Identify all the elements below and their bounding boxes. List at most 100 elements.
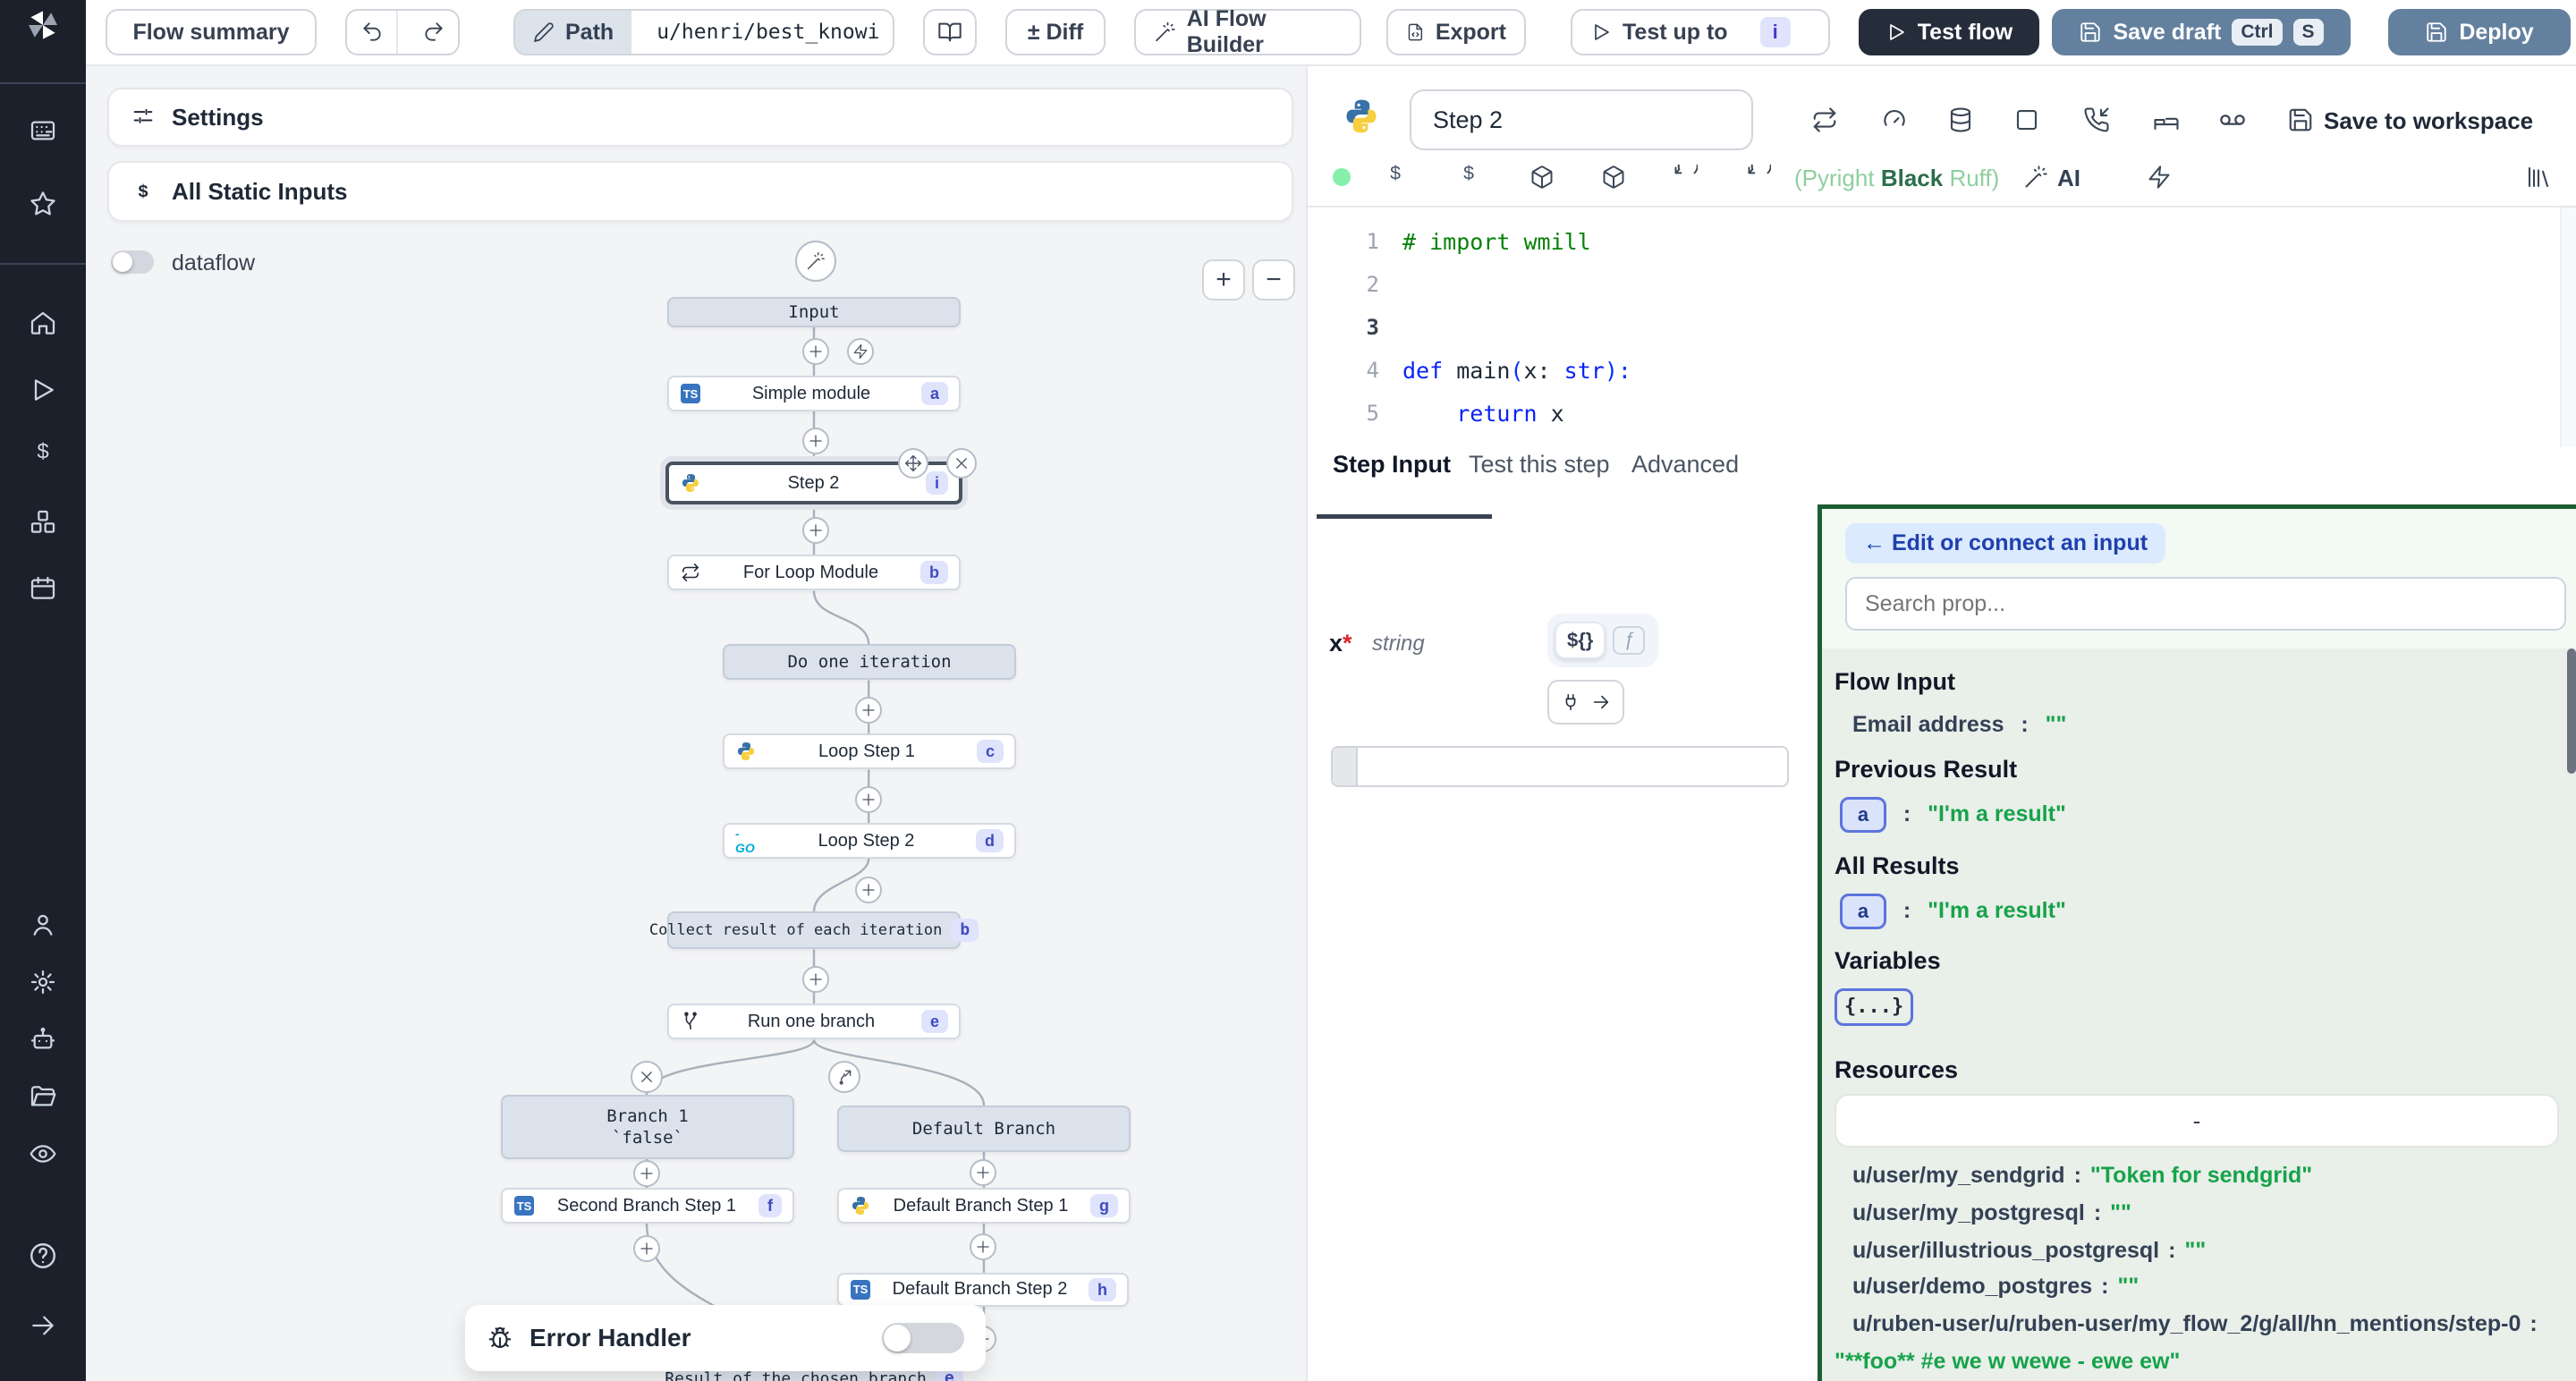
app-switcher-icon[interactable] (29, 116, 57, 145)
diff-button[interactable]: ± Diff (1005, 9, 1106, 55)
windmill-logo-icon[interactable] (25, 7, 61, 50)
package-icon[interactable] (1601, 165, 1626, 190)
resource-row[interactable]: u/user/my_sendgrid:"Token for sendgrid" (1852, 1156, 2563, 1190)
error-handler-toggle[interactable] (882, 1323, 964, 1353)
resource-row[interactable]: u/user/illustrious_postgresql:"" (1852, 1232, 2563, 1265)
resources-icon[interactable] (29, 508, 57, 537)
workers-robot-icon[interactable] (29, 1025, 57, 1054)
add-step-button[interactable] (802, 338, 829, 365)
zap-icon[interactable] (2147, 165, 2172, 190)
save-icon[interactable] (2287, 106, 2314, 133)
node-simple-module[interactable]: TS Simple module a (667, 376, 961, 411)
zoom-out-button[interactable]: − (1252, 259, 1295, 301)
add-step-button[interactable] (802, 517, 829, 544)
flow-input-row[interactable]: Email address : "" (1852, 706, 2563, 739)
redo-icon[interactable] (409, 11, 458, 54)
resource-row[interactable]: u/user/my_postgresql:"" (1852, 1194, 2563, 1227)
timeout-gauge-icon[interactable] (1881, 106, 1908, 133)
flow-summary-button[interactable]: Flow summary (106, 9, 317, 55)
function-mode-button[interactable]: ƒ (1613, 626, 1645, 655)
node-for-loop[interactable]: For Loop Module b (667, 555, 961, 590)
expand-arrow-icon[interactable] (29, 1311, 57, 1340)
resource-row-value[interactable]: "**foo** #e we w wewe - ewe ew" (1835, 1343, 2563, 1376)
database-icon[interactable] (1947, 106, 1974, 133)
ai-wand-icon[interactable] (2023, 165, 2048, 190)
docs-book-button[interactable] (923, 9, 977, 55)
remove-branch-button[interactable] (631, 1061, 663, 1093)
reload-icon[interactable] (1746, 165, 1771, 190)
add-step-button[interactable] (802, 966, 829, 993)
node-loop-step2[interactable]: -GO Loop Step 2 d (723, 823, 1016, 859)
settings-gear-icon[interactable] (29, 968, 57, 996)
template-expr-button[interactable]: ${} (1555, 622, 1606, 659)
add-step-button[interactable] (802, 428, 829, 454)
add-step-button[interactable] (855, 697, 882, 724)
audit-eye-icon[interactable] (29, 1140, 57, 1168)
node-do-one-iteration[interactable]: Do one iteration (723, 644, 1016, 680)
mock-square-icon[interactable] (2013, 106, 2040, 133)
path-input[interactable] (642, 21, 893, 44)
panel-scrollbar-thumb[interactable] (2567, 648, 2576, 774)
node-default-branch-step1[interactable]: Default Branch Step 1 g (837, 1188, 1131, 1224)
add-step-button[interactable] (855, 786, 882, 813)
save-to-workspace-label[interactable]: Save to workspace (2324, 107, 2533, 135)
node-loop-step1[interactable]: Loop Step 1 c (723, 733, 1016, 769)
runs-icon[interactable] (29, 376, 57, 404)
result-id-badge[interactable]: a (1840, 894, 1886, 929)
variables-dollar-icon[interactable]: $ (1382, 160, 1409, 194)
delete-node-button[interactable] (946, 448, 977, 479)
library-icon[interactable] (2525, 164, 2552, 191)
dataflow-toggle[interactable] (111, 250, 154, 274)
editor-scrollbar[interactable] (2560, 208, 2576, 447)
test-flow-button[interactable]: Test flow (1859, 9, 2039, 55)
folders-icon[interactable] (29, 1082, 57, 1111)
help-icon[interactable] (28, 1241, 58, 1271)
save-draft-button[interactable]: Save draft Ctrl S (2052, 9, 2351, 55)
resource-row[interactable]: u/user/demo_postgres:"" (1852, 1267, 2563, 1301)
all-static-inputs-header[interactable]: $ All Static Inputs (107, 161, 1293, 222)
package-icon[interactable] (1530, 165, 1555, 190)
connect-input-button[interactable] (1547, 680, 1624, 724)
add-step-button[interactable] (633, 1160, 660, 1187)
tab-step-input[interactable]: Step Input (1333, 451, 1451, 479)
variables-icon[interactable]: $ (29, 438, 57, 474)
node-collect-result[interactable]: Collect result of each iteration b (667, 911, 961, 949)
tab-test-this-step[interactable]: Test this step (1469, 451, 1610, 479)
home-icon[interactable] (29, 309, 57, 338)
add-step-button[interactable] (970, 1159, 996, 1186)
resource-row[interactable]: u/ruben-user/u/ruben-user/my_flow_2/g/al… (1852, 1305, 2563, 1338)
edit-or-connect-button[interactable]: ← Edit or connect an input (1845, 523, 2165, 563)
add-step-button[interactable] (970, 1233, 996, 1260)
export-button[interactable]: Export (1386, 9, 1526, 55)
phone-incoming-icon[interactable] (2083, 106, 2110, 133)
zoom-in-button[interactable]: + (1202, 259, 1245, 301)
favorites-star-icon[interactable] (29, 190, 57, 218)
node-default-branch[interactable]: Default Branch (837, 1106, 1131, 1152)
move-node-button[interactable] (898, 448, 928, 479)
node-second-branch-step1[interactable]: TS Second Branch Step 1 f (501, 1188, 794, 1224)
ai-flow-builder-button[interactable]: AI Flow Builder (1134, 9, 1361, 55)
resource-type-select[interactable]: - (1835, 1094, 2559, 1148)
trigger-zap-button[interactable] (847, 338, 874, 365)
add-step-button[interactable] (855, 877, 882, 903)
step-name-input[interactable] (1410, 89, 1753, 150)
node-branch1[interactable]: Branch 1 `false` (501, 1095, 794, 1159)
add-branch-button[interactable] (828, 1061, 860, 1093)
undo-icon[interactable] (347, 11, 398, 54)
code-editor[interactable]: 1 2 3 4 5 # import wmill def main(x: str… (1308, 208, 2576, 447)
previous-result-row[interactable]: a : "I'm a result" (1840, 795, 2563, 833)
cache-repeat-icon[interactable] (1811, 106, 1838, 133)
search-prop-input[interactable] (1845, 577, 2566, 631)
node-run-one-branch[interactable]: Run one branch e (667, 1004, 961, 1039)
ai-wand-circle-button[interactable] (795, 241, 836, 282)
resources-dollar-icon[interactable]: $ (1455, 160, 1482, 194)
user-icon[interactable] (29, 911, 57, 939)
settings-panel-header[interactable]: Settings (107, 88, 1293, 147)
path-edit-button[interactable]: Path (515, 11, 631, 54)
voicemail-icon[interactable] (2218, 106, 2247, 134)
node-input[interactable]: Input (667, 297, 961, 327)
result-id-badge[interactable]: a (1840, 797, 1886, 833)
variables-object-badge[interactable]: {...} (1835, 988, 1913, 1026)
input-drag-handle[interactable] (1333, 748, 1358, 785)
node-default-branch-step2[interactable]: TS Default Branch Step 2 h (837, 1273, 1129, 1307)
